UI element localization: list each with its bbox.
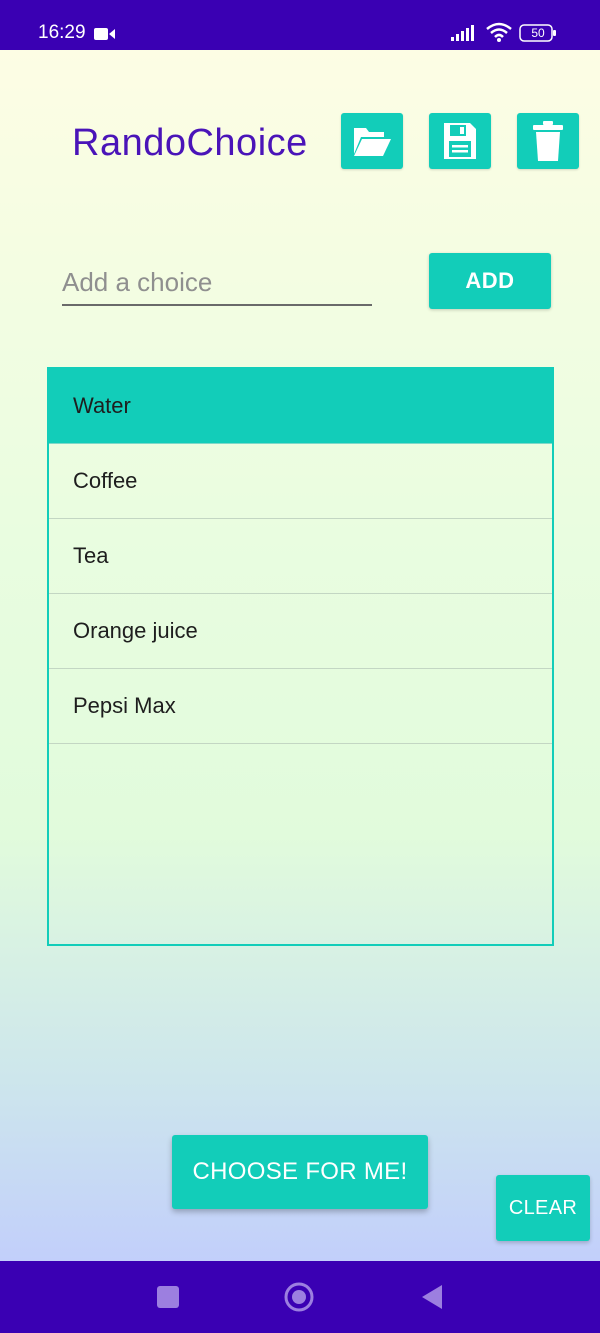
back-button[interactable] bbox=[420, 1284, 444, 1310]
list-item[interactable]: Water bbox=[49, 369, 552, 444]
list-item[interactable]: Tea bbox=[49, 519, 552, 594]
signal-icon bbox=[451, 25, 474, 41]
list-item[interactable]: Coffee bbox=[49, 444, 552, 519]
add-button[interactable]: ADD bbox=[429, 253, 551, 309]
open-button[interactable] bbox=[341, 113, 403, 169]
status-time: 16:29 bbox=[38, 22, 86, 43]
navigation-bar bbox=[0, 1261, 600, 1333]
status-bar: 16:29 50 bbox=[0, 0, 600, 50]
wifi-icon bbox=[486, 22, 512, 42]
app-screen: RandoChoice ADD Water Coffee Tea Orange … bbox=[0, 50, 600, 1261]
choices-list: Water Coffee Tea Orange juice Pepsi Max bbox=[47, 367, 554, 946]
choice-input[interactable] bbox=[62, 260, 372, 306]
trash-icon bbox=[533, 121, 563, 161]
choose-for-me-button[interactable]: CHOOSE FOR ME! bbox=[172, 1135, 428, 1209]
recents-button[interactable] bbox=[157, 1286, 179, 1308]
home-button[interactable] bbox=[284, 1282, 314, 1312]
folder-open-icon bbox=[354, 128, 391, 156]
clear-button[interactable]: CLEAR bbox=[496, 1175, 590, 1241]
save-button[interactable] bbox=[429, 113, 491, 169]
list-item[interactable]: Pepsi Max bbox=[49, 669, 552, 744]
app-title: RandoChoice bbox=[72, 122, 308, 164]
delete-button[interactable] bbox=[517, 113, 579, 169]
floppy-disk-icon bbox=[444, 123, 476, 159]
list-item[interactable]: Orange juice bbox=[49, 594, 552, 669]
battery-level: 50 bbox=[531, 26, 545, 40]
video-camera-icon bbox=[94, 28, 115, 40]
